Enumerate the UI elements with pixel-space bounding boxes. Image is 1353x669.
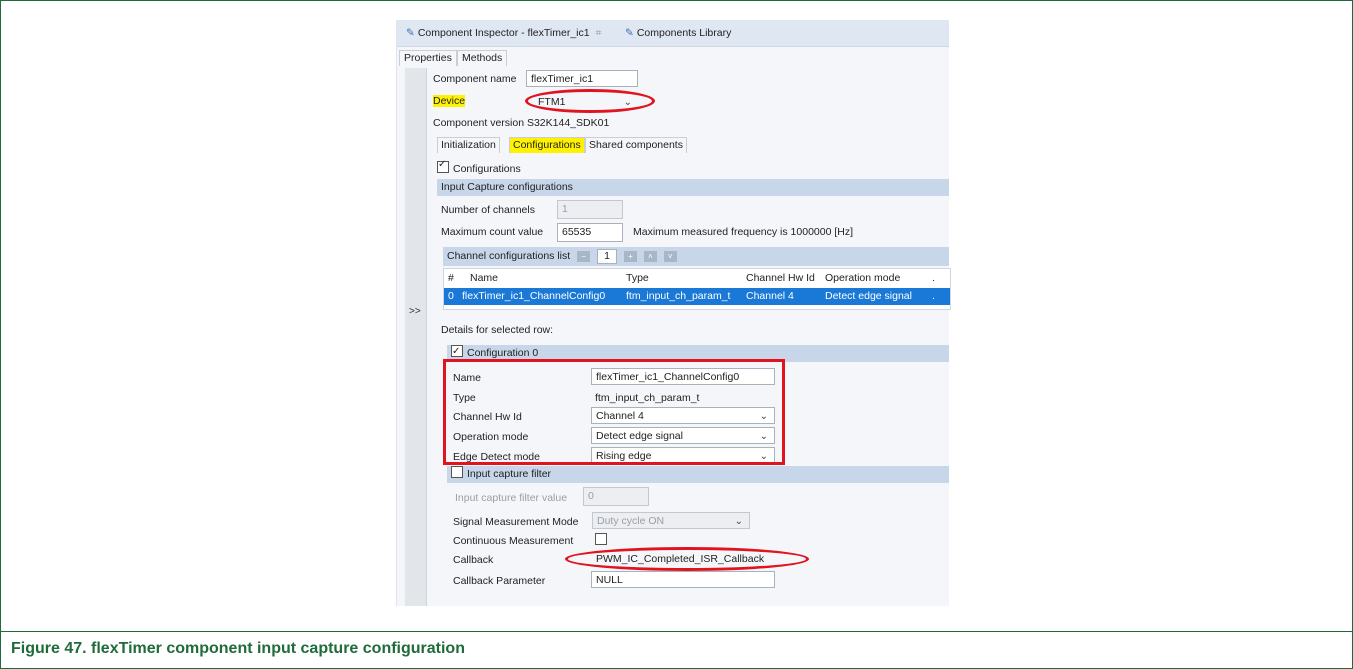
details-label: Details for selected row: <box>441 324 554 336</box>
component-name-input[interactable]: flexTimer_ic1 <box>526 70 638 87</box>
signal-mode-label: Signal Measurement Mode <box>453 516 579 528</box>
chevron-down-icon: ⌄ <box>734 516 743 527</box>
column-header: Name <box>470 272 499 284</box>
table-cell: . <box>932 290 935 302</box>
configurations-checkbox-row[interactable]: Configurations <box>437 159 521 175</box>
filter-value-input: 0 <box>583 487 649 506</box>
tab-configurations[interactable]: Configurations <box>509 137 585 153</box>
num-channels-label: Number of channels <box>441 204 535 216</box>
column-header: Channel Hw Id <box>746 272 815 284</box>
callback-param-label: Callback Parameter <box>453 575 546 587</box>
table-header-row: # Name Type Channel Hw Id Operation mode… <box>444 270 950 287</box>
add-row-button[interactable]: + <box>623 250 637 262</box>
max-count-input[interactable]: 65535 <box>557 223 623 242</box>
configurations-checkbox[interactable] <box>437 159 449 173</box>
filter-value-label: Input capture filter value <box>455 492 568 504</box>
configuration-annotation-rect <box>443 359 785 465</box>
table-cell: flexTimer_ic1_ChannelConfig0 <box>462 290 606 302</box>
table-cell: Detect edge signal <box>825 290 912 302</box>
move-down-button[interactable]: ˅ <box>663 250 677 262</box>
input-filter-checkbox[interactable] <box>451 466 463 478</box>
move-up-button[interactable]: ˄ <box>643 250 657 262</box>
column-header: Operation mode <box>825 272 901 284</box>
library-icon: ✎ <box>625 27 634 39</box>
page-number: 1 <box>597 248 617 264</box>
configurations-checkbox-label: Configurations <box>453 163 521 175</box>
signal-mode-select: Duty cycle ON ⌄ <box>592 512 750 529</box>
table-cell: 0 <box>448 290 454 302</box>
tab-component-inspector[interactable]: ✎ Component Inspector - flexTimer_ic1 ⌗ <box>403 25 604 41</box>
component-name-label: Component name <box>433 73 517 85</box>
callback-annotation-ellipse <box>565 547 809 571</box>
remove-row-button[interactable]: − <box>577 250 591 262</box>
tab-properties[interactable]: Properties <box>399 50 457 66</box>
figure-caption: Figure 47. flexTimer component input cap… <box>11 640 465 657</box>
device-label: Device <box>433 95 466 107</box>
input-filter-header[interactable]: Input capture filter <box>447 466 949 483</box>
component-version: Component version S32K144_SDK01 <box>433 117 610 129</box>
table-cell: Channel 4 <box>746 290 794 302</box>
table-row[interactable]: 0 flexTimer_ic1_ChannelConfig0 ftm_input… <box>444 288 950 305</box>
table-cell: ftm_input_ch_param_t <box>626 290 731 302</box>
configuration0-checkbox[interactable] <box>451 343 463 360</box>
device-annotation-ellipse <box>525 89 655 113</box>
max-frequency-text: Maximum measured frequency is 1000000 [H… <box>633 226 854 238</box>
callback-param-input[interactable]: NULL <box>591 571 775 588</box>
max-count-label: Maximum count value <box>441 226 544 238</box>
input-capture-header: Input Capture configurations <box>437 179 949 196</box>
channel-list-toolbar: Channel configurations list − 1 + ˄ ˅ <box>443 247 949 266</box>
callback-label: Callback <box>453 554 494 566</box>
continuous-label: Continuous Measurement <box>453 535 574 547</box>
tab-initialization[interactable]: Initialization <box>437 137 500 153</box>
tab-methods[interactable]: Methods <box>457 50 508 66</box>
side-collapse-strip[interactable]: >> <box>405 68 427 606</box>
continuous-checkbox[interactable] <box>595 533 607 545</box>
expand-button[interactable]: >> <box>409 306 421 317</box>
column-header: Type <box>626 272 649 284</box>
tab-close-icon[interactable]: ⌗ <box>596 27 602 39</box>
column-header: . <box>932 272 935 284</box>
tab-components-library[interactable]: ✎ Components Library <box>622 25 734 41</box>
num-channels-input: 1 <box>557 200 623 219</box>
tab-shared-components[interactable]: Shared components <box>585 137 687 153</box>
column-header: # <box>448 272 454 284</box>
component-inspector-panel: ✎ Component Inspector - flexTimer_ic1 ⌗ ✎… <box>396 20 951 606</box>
view-tab-bar: ✎ Component Inspector - flexTimer_ic1 ⌗ ✎… <box>397 20 949 47</box>
component-icon: ✎ <box>406 27 415 39</box>
channel-list-label: Channel configurations list <box>447 250 571 262</box>
caption-bar: Figure 47. flexTimer component input cap… <box>1 631 1352 668</box>
channel-configurations-table: # Name Type Channel Hw Id Operation mode… <box>443 268 951 310</box>
